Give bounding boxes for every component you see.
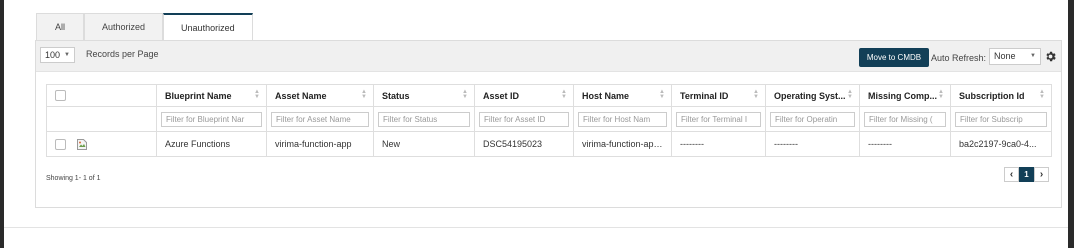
row-checkbox[interactable] xyxy=(55,138,66,150)
app-window: All Authorized Unauthorized 100 ▼ Record… xyxy=(4,0,1068,248)
sort-icon: ▲ ▼ xyxy=(1039,89,1045,100)
sort-icon: ▲ ▼ xyxy=(753,89,759,100)
sort-icon: ▲ ▼ xyxy=(254,89,260,100)
column-header-status[interactable]: Status ▲ ▼ xyxy=(373,84,475,107)
tab-authorized[interactable]: Authorized xyxy=(84,13,164,40)
auto-refresh-select[interactable]: None ▼ xyxy=(989,48,1041,65)
column-header-missing-components[interactable]: Missing Comp... ▲ ▼ xyxy=(859,84,951,107)
select-all-checkbox[interactable] xyxy=(55,90,66,102)
filter-input-operating-system[interactable]: Filter for Operatin xyxy=(770,111,855,127)
records-count-text: Showing 1- 1 of 1 xyxy=(46,175,101,182)
filter-row: Filter for Blueprint Nar Filter for Asse… xyxy=(46,106,1052,132)
sort-icon: ▲ ▼ xyxy=(659,89,665,100)
filter-input-terminal-id[interactable]: Filter for Terminal I xyxy=(676,111,761,127)
row-select-cell xyxy=(46,131,157,157)
sort-icon: ▲ ▼ xyxy=(462,89,468,100)
assets-panel: 100 ▼ Records per Page Move to CMDB Auto… xyxy=(35,40,1062,208)
column-header-asset-name[interactable]: Asset Name ▲ ▼ xyxy=(266,84,374,107)
cell-missing-components: -------- xyxy=(859,131,951,157)
header-row: Blueprint Name ▲ ▼ Asset Name ▲ ▼ Status ▲ ▼ A… xyxy=(46,84,1052,107)
cell-host-name: virima-function-app... xyxy=(573,131,672,157)
column-header-subscription-id[interactable]: Subscription Id ▲ ▼ xyxy=(950,84,1052,107)
filter-input-subscription-id[interactable]: Filter for Subscrip xyxy=(955,111,1047,127)
column-header-host-name[interactable]: Host Name ▲ ▼ xyxy=(573,84,672,107)
auto-refresh-value: None xyxy=(994,51,1016,61)
records-per-page-select[interactable]: 100 ▼ xyxy=(40,47,75,63)
broken-image-icon xyxy=(76,138,87,150)
assets-table: Blueprint Name ▲ ▼ Asset Name ▲ ▼ Status ▲ ▼ A… xyxy=(46,84,1052,157)
filter-input-asset-id[interactable]: Filter for Asset ID xyxy=(479,111,569,127)
gear-icon[interactable] xyxy=(1044,50,1057,63)
records-per-page-value: 100 xyxy=(45,50,61,60)
column-header-asset-id[interactable]: Asset ID ▲ ▼ xyxy=(474,84,574,107)
cell-terminal-id: -------- xyxy=(671,131,766,157)
tab-bar: All Authorized Unauthorized xyxy=(36,13,253,41)
column-header-terminal-id[interactable]: Terminal ID ▲ ▼ xyxy=(671,84,766,107)
page: All Authorized Unauthorized 100 ▼ Record… xyxy=(0,0,1074,248)
select-all-cell xyxy=(46,84,157,107)
cell-asset-name: virima-function-app xyxy=(266,131,374,157)
chevron-down-icon: ▼ xyxy=(1030,53,1036,59)
pagination: ‹ 1 › xyxy=(1004,167,1049,182)
filter-input-blueprint-name[interactable]: Filter for Blueprint Nar xyxy=(161,111,262,127)
page-1-button[interactable]: 1 xyxy=(1019,167,1034,182)
cell-blueprint-name: Azure Functions xyxy=(156,131,267,157)
grid-toolbar: 100 ▼ Records per Page Move to CMDB Auto… xyxy=(36,41,1061,72)
sort-icon: ▲ ▼ xyxy=(561,89,567,100)
cell-asset-id: DSC54195023 xyxy=(474,131,574,157)
filter-input-asset-name[interactable]: Filter for Asset Name xyxy=(271,111,369,127)
filter-input-host-name[interactable]: Filter for Host Nam xyxy=(578,111,667,127)
cell-subscription-id: ba2c2197-9ca0-4... xyxy=(950,131,1052,157)
table-row[interactable]: Azure Functions virima-function-app New … xyxy=(46,131,1052,157)
sort-icon: ▲ ▼ xyxy=(847,89,853,100)
tab-all[interactable]: All xyxy=(36,13,85,40)
tab-unauthorized[interactable]: Unauthorized xyxy=(163,13,253,41)
column-header-operating-system[interactable]: Operating Syst... ▲ ▼ xyxy=(765,84,860,107)
move-to-cmdb-button[interactable]: Move to CMDB xyxy=(859,48,929,67)
chevron-down-icon: ▼ xyxy=(64,52,70,58)
auto-refresh-label: Auto Refresh: xyxy=(931,53,987,63)
divider xyxy=(4,227,1068,228)
cell-status: New xyxy=(373,131,475,157)
filter-input-status[interactable]: Filter for Status xyxy=(378,111,470,127)
sort-icon: ▲ ▼ xyxy=(361,89,367,100)
prev-page-button[interactable]: ‹ xyxy=(1004,167,1019,182)
column-header-blueprint-name[interactable]: Blueprint Name ▲ ▼ xyxy=(156,84,267,107)
next-page-button[interactable]: › xyxy=(1034,167,1049,182)
sort-icon: ▲ ▼ xyxy=(938,89,944,100)
records-per-page-label: Records per Page xyxy=(86,49,159,59)
cell-operating-system: -------- xyxy=(765,131,860,157)
filter-input-missing-components[interactable]: Filter for Missing ( xyxy=(864,111,946,127)
